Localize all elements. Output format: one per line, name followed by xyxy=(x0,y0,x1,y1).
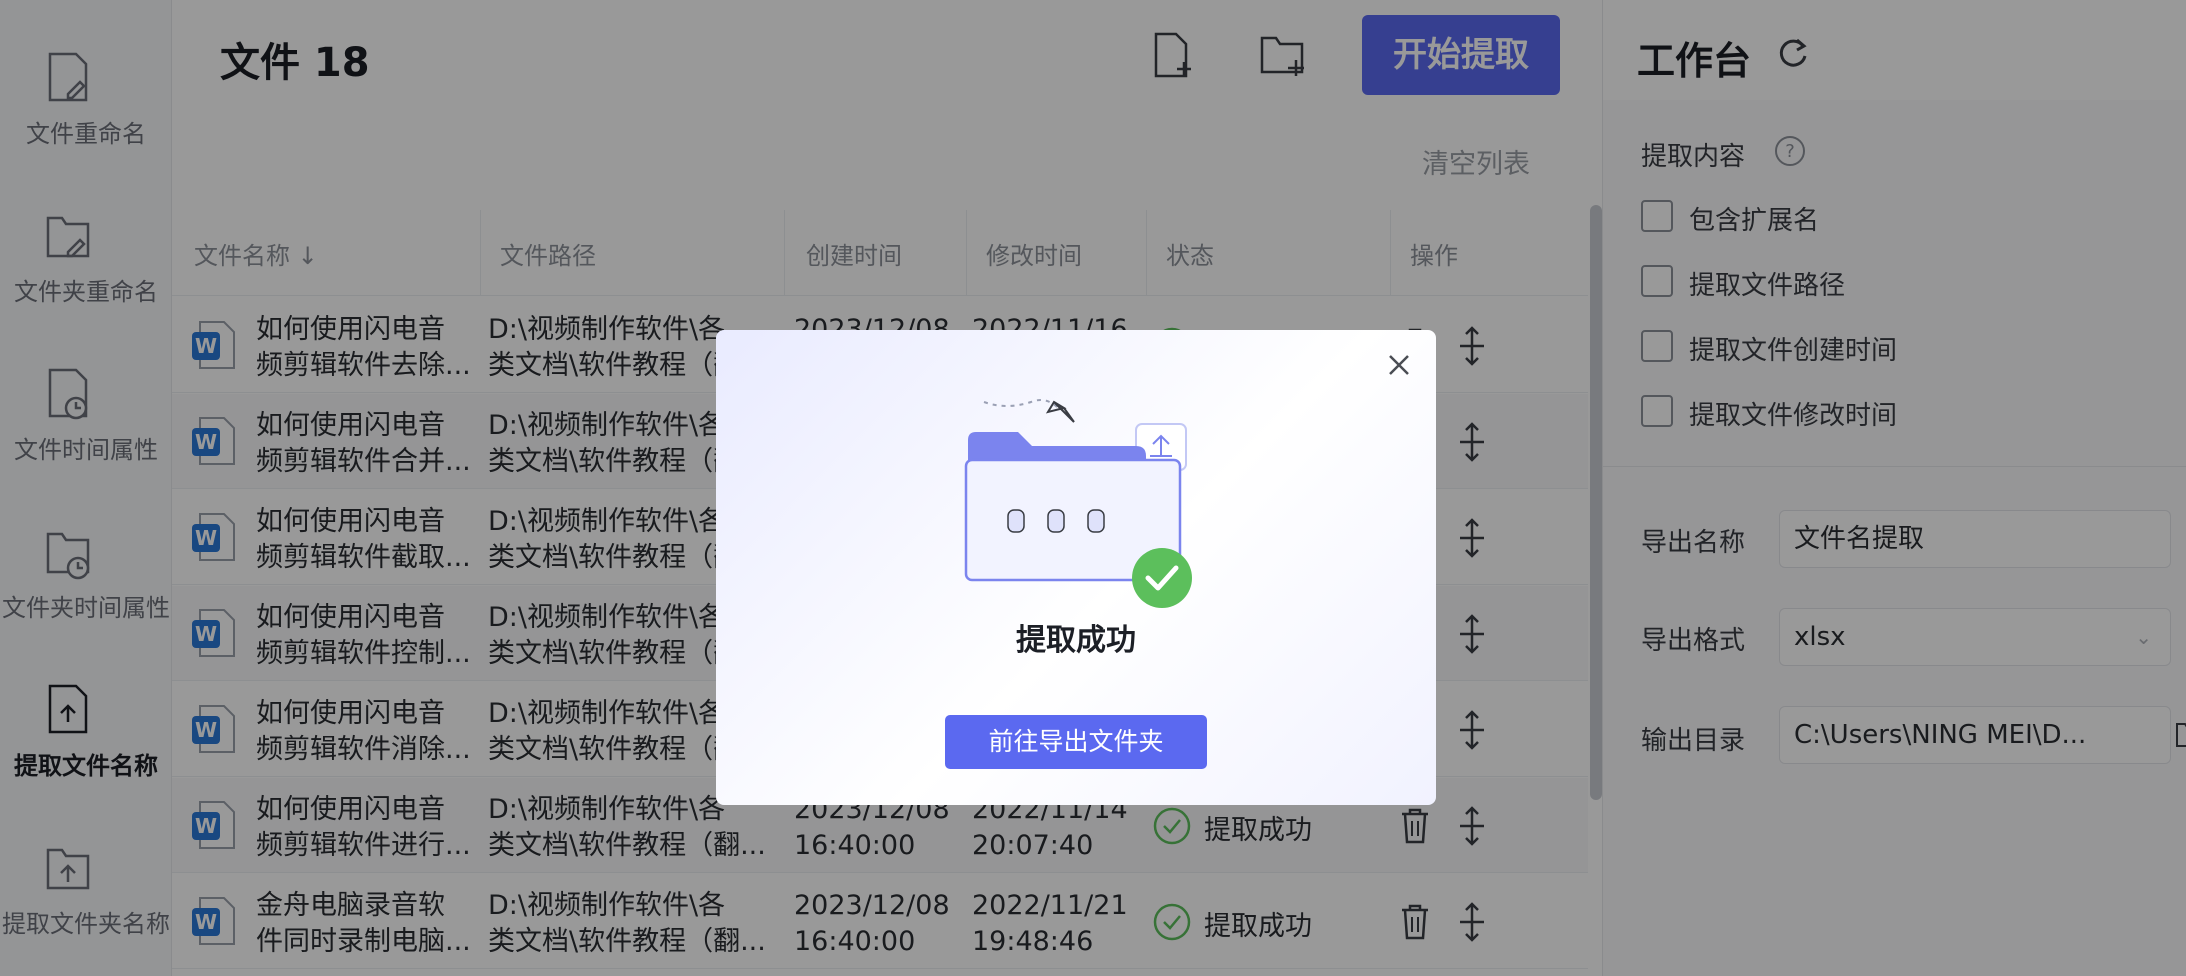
dialog-title: 提取成功 xyxy=(1016,623,1136,658)
close-icon[interactable] xyxy=(1384,350,1414,380)
folder-success-illustration xyxy=(964,399,1192,608)
open-export-folder-button[interactable]: 前往导出文件夹 xyxy=(945,715,1207,769)
success-dialog: 提取成功 前往导出文件夹 xyxy=(716,330,1436,805)
